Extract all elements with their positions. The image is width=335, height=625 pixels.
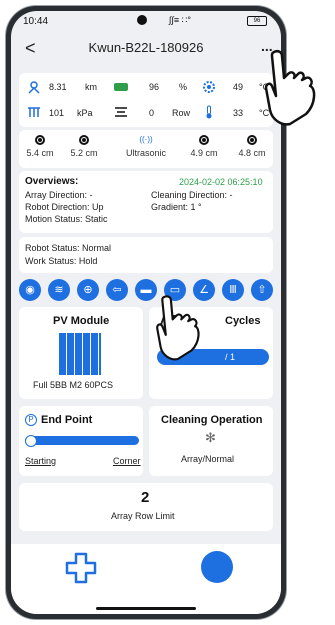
pv-module-caption: Full 5BB M2 60PCS	[33, 380, 114, 390]
sensor-3: 4.9 cm	[177, 135, 231, 158]
sensor-1-label: 5.4 cm	[26, 148, 54, 158]
dpad-icon[interactable]	[65, 552, 97, 584]
cycles-value: / 1	[225, 352, 236, 362]
sensor-dot-icon	[247, 135, 257, 145]
robot-status: Robot Status: Normal	[25, 243, 112, 253]
pressure-unit: kPa	[77, 108, 93, 118]
sensor-2: 5.2 cm	[57, 135, 111, 158]
battery-icon	[114, 83, 128, 91]
signal-icon: ∫∫≡ ∷°	[169, 15, 192, 25]
mileage-unit: km	[85, 82, 97, 92]
end-point-slider[interactable]	[25, 436, 139, 445]
parking-icon[interactable]: Ⅲ	[222, 279, 244, 301]
sensor-dot-icon	[79, 135, 89, 145]
robot-status-card: Robot Status: Normal Work Status: Hold	[19, 237, 273, 273]
end-point-start[interactable]: Starting	[25, 456, 56, 466]
sensor-dot-icon	[35, 135, 45, 145]
pv-module-card[interactable]: PV Module Full 5BB M2 60PCS	[19, 307, 143, 399]
end-point-slider-handle[interactable]	[25, 435, 37, 447]
gradient: Gradient: 1 °	[151, 202, 202, 212]
page-title: Kwun-B22L-180926	[88, 40, 204, 55]
status-time: 10:44	[23, 16, 49, 27]
mileage-value: 8.31	[49, 82, 67, 92]
array-row-value: 2	[141, 489, 150, 506]
sensor-dot-icon	[199, 135, 209, 145]
metrics-card: 8.31 km 96 % 49 °C 101 kPa 0 Row 33 °C	[19, 73, 273, 127]
end-point-card: P End Point Starting Corner	[19, 406, 143, 476]
row-count-unit: Row	[172, 108, 191, 118]
robot-icon	[28, 81, 40, 94]
sensor-4: 4.8 cm	[225, 135, 279, 158]
upload-icon[interactable]: ⇧	[251, 279, 273, 301]
ambient-temp-value: 33	[233, 108, 244, 118]
power-icon[interactable]: ◉	[19, 279, 41, 301]
pointer-hand-icon	[156, 295, 200, 361]
end-point-title: End Point	[41, 414, 93, 426]
bottom-nav	[11, 544, 281, 614]
exit-icon[interactable]: ⇦	[106, 279, 128, 301]
ultrasonic-icon: ((·))	[139, 135, 153, 144]
home-indicator	[96, 607, 196, 610]
overview-title: Overviews:	[25, 176, 79, 187]
battery-unit: %	[179, 82, 188, 92]
sensor-ultrasonic-label: Ultrasonic	[125, 148, 166, 158]
sensor-ultrasonic: ((·)) Ultrasonic	[119, 135, 173, 158]
title-bar: < Kwun-B22L-180926 ...	[11, 37, 281, 61]
board-temp-value: 49	[233, 82, 244, 92]
end-point-end[interactable]: Corner	[113, 456, 141, 466]
gamepad-icon[interactable]: ⊕	[77, 279, 99, 301]
cycles-title: Cycles	[225, 315, 261, 327]
pv-module-title: PV Module	[53, 315, 110, 327]
motion-status: Motion Status: Static	[25, 214, 108, 224]
status-bar: 10:44 ∫∫≡ ∷° 96	[11, 11, 281, 31]
phone-frame: 10:44 ∫∫≡ ∷° 96 < Kwun-B22L-180926 ... 8…	[6, 6, 286, 619]
sensor-4-label: 4.8 cm	[238, 148, 266, 158]
thermometer-icon	[206, 105, 212, 119]
cleaning-mode: Array/Normal	[181, 454, 235, 464]
cleaning-title: Cleaning Operation	[161, 414, 263, 426]
pv-panel-icon	[59, 333, 101, 375]
array-row-label: Array Row Limit	[111, 511, 175, 521]
cleaning-card[interactable]: Cleaning Operation ✻ Array/Normal	[149, 406, 273, 476]
array-row-card[interactable]: 2 Array Row Limit	[19, 483, 273, 531]
cleaning-direction: Cleaning Direction: -	[151, 190, 233, 200]
app-screen: 10:44 ∫∫≡ ∷° 96 < Kwun-B22L-180926 ... 8…	[11, 11, 281, 614]
parking-badge-icon: P	[25, 414, 37, 426]
pressure-value: 101	[49, 108, 65, 118]
battery-status-icon: 96	[247, 16, 267, 26]
pv-icon	[28, 107, 40, 117]
fan-icon: ✻	[205, 430, 216, 445]
overview-timestamp: 2024-02-02 06:25:10	[179, 177, 263, 187]
pointer-hand-icon	[264, 49, 316, 126]
sensor-3-label: 4.9 cm	[190, 148, 218, 158]
array-direction: Array Direction: -	[25, 190, 93, 200]
start-button[interactable]	[201, 551, 233, 583]
rows-icon	[115, 107, 127, 117]
row-count-value: 0	[149, 108, 155, 118]
robot-direction: Robot Direction: Up	[25, 202, 104, 212]
work-status: Work Status: Hold	[25, 256, 98, 266]
gear-icon	[203, 81, 215, 93]
front-camera	[137, 15, 147, 25]
sensor-2-label: 5.2 cm	[70, 148, 98, 158]
sensors-card: 5.4 cm 5.2 cm ((·)) Ultrasonic 4.9 cm 4.8…	[19, 130, 273, 168]
battery-value: 96	[149, 82, 160, 92]
overview-card: Overviews: 2024-02-02 06:25:10 Array Dir…	[19, 171, 273, 233]
wifi-icon[interactable]: ≋	[48, 279, 70, 301]
